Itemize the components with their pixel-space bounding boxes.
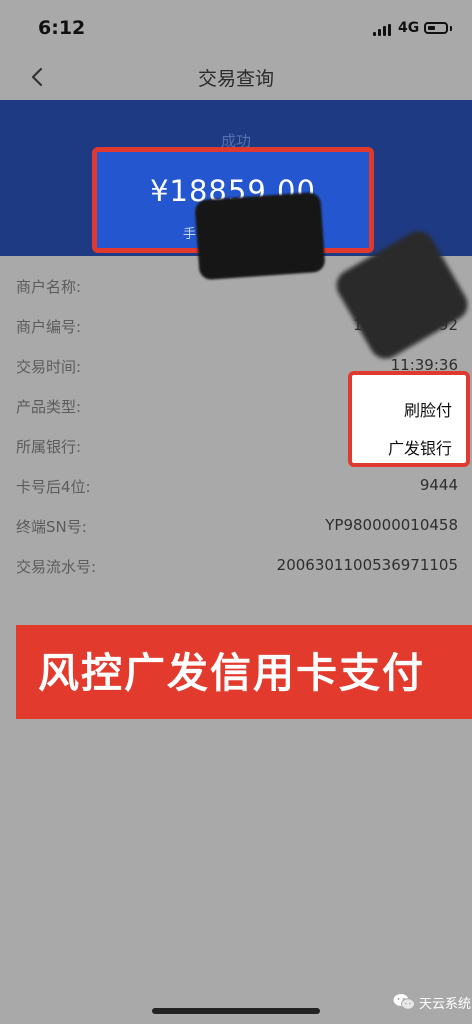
detail-label: 卡号后4位: bbox=[16, 478, 91, 496]
detail-row-card-last4: 卡号后4位: 9444 bbox=[16, 476, 458, 500]
network-type: 4G bbox=[398, 20, 420, 36]
status-time: 6:12 bbox=[38, 17, 86, 39]
detail-label: 商户名称: bbox=[16, 278, 82, 296]
detail-row-serial-no: 交易流水号: 2006301100536971105 bbox=[16, 556, 458, 580]
page-title: 交易查询 bbox=[197, 68, 274, 90]
detail-label: 产品类型: bbox=[16, 398, 82, 416]
wechat-icon bbox=[393, 994, 415, 1010]
detail-label: 终端SN号: bbox=[16, 518, 87, 536]
detail-label: 商户编号: bbox=[16, 318, 82, 336]
caption-banner: 风控广发信用卡支付 bbox=[16, 625, 472, 719]
detail-label: 交易流水号: bbox=[16, 558, 97, 576]
watermark-text: 天云系统 bbox=[419, 997, 472, 1012]
detail-label: 交易时间: bbox=[16, 358, 82, 376]
home-indicator[interactable] bbox=[152, 1008, 320, 1014]
detail-value: YP980000010458 bbox=[325, 516, 458, 534]
detail-value: 2006301100536971105 bbox=[276, 556, 458, 574]
status-bar: 6:12 4G bbox=[0, 0, 472, 56]
detail-label: 所属银行: bbox=[16, 438, 82, 456]
signal-icon bbox=[373, 24, 393, 36]
detail-value: 9444 bbox=[419, 476, 458, 494]
product-type-value: 刷脸付 bbox=[403, 401, 452, 420]
bank-value: 广发银行 bbox=[387, 439, 452, 458]
detail-row-terminal-sn: 终端SN号: YP980000010458 bbox=[16, 516, 458, 540]
product-bank-highlight-box: 刷脸付 广发银行 bbox=[348, 371, 470, 467]
amount-subtitle: 手 bbox=[183, 227, 197, 242]
banner-text: 风控广发信用卡支付 bbox=[38, 649, 425, 697]
battery-icon bbox=[424, 22, 448, 34]
nav-bar: 交易查询 bbox=[0, 56, 472, 100]
battery-tip bbox=[450, 26, 452, 31]
redaction-mark bbox=[194, 191, 326, 281]
